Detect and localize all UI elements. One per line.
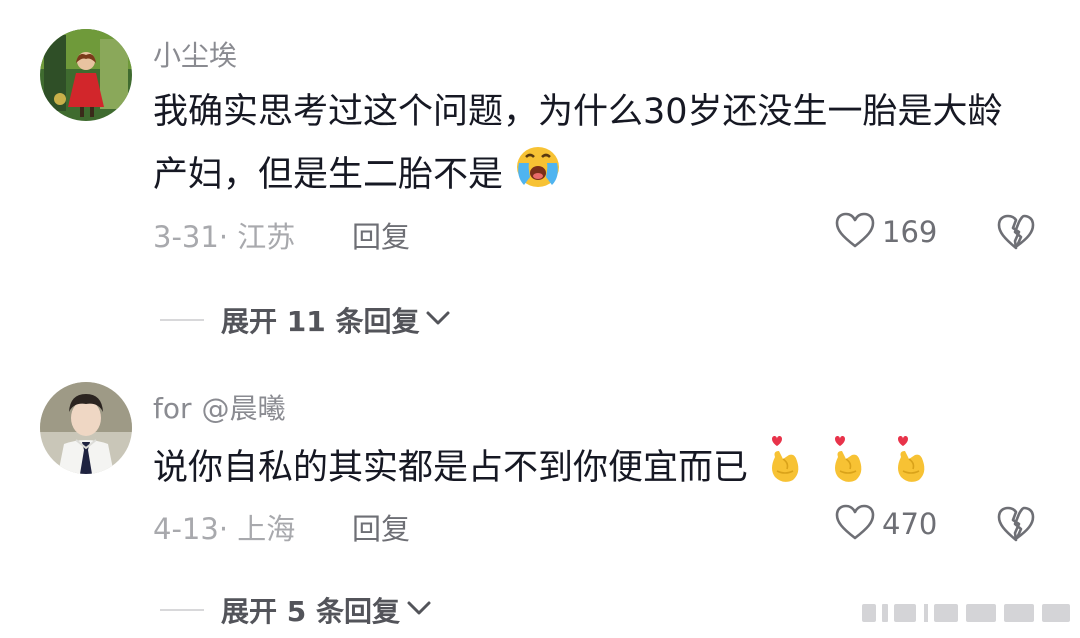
chevron-down-icon [406, 599, 432, 621]
divider-line [160, 609, 204, 611]
reply-button[interactable]: 回复 [352, 506, 410, 548]
broken-heart-icon [996, 506, 1036, 547]
avatar-image [40, 382, 132, 474]
comment-author[interactable]: for @晨曦 [153, 387, 286, 427]
like-count: 470 [882, 507, 938, 541]
dislike-button[interactable] [996, 505, 1036, 545]
heart-icon [834, 503, 876, 545]
like-button[interactable]: 470 [834, 504, 937, 544]
watermark [862, 600, 1072, 632]
finger-heart-icon [891, 433, 931, 505]
comment-text: 说你自私的其实都是占不到你便宜而已 [153, 433, 1023, 505]
expand-replies-button[interactable]: 展开 5 条回复 [160, 590, 432, 630]
finger-heart-icon [765, 433, 805, 505]
avatar[interactable] [40, 382, 132, 474]
finger-heart-icon [828, 433, 868, 505]
comment-item: for @晨曦 说你自私的其实都是占不到你便宜而已 4-13· 上海 回复 47… [0, 0, 1080, 638]
expand-replies-label: 展开 5 条回复 [221, 595, 400, 628]
comment-text-content: 说你自私的其实都是占不到你便宜而已 [153, 448, 749, 488]
comment-date-location: 4-13· 上海 [153, 512, 296, 546]
author-mention[interactable]: @晨曦 [202, 392, 286, 425]
author-name: for [153, 392, 192, 425]
